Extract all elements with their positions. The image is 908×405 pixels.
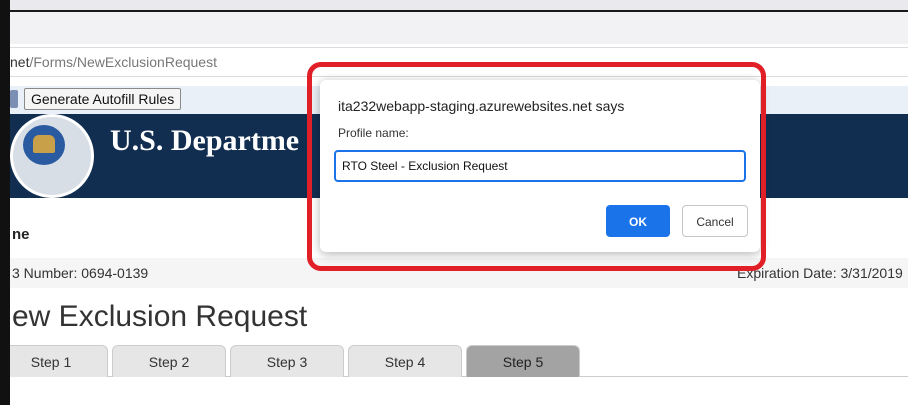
nav-home-link[interactable]: ne: [12, 226, 30, 243]
url-domain: net: [10, 54, 30, 70]
tab-step-4[interactable]: Step 4: [348, 345, 462, 377]
seal-eagle-icon: [33, 135, 55, 153]
page-title: ew Exclusion Request: [12, 300, 308, 333]
url-text[interactable]: net/Forms/NewExclusionRequest: [10, 54, 217, 70]
extension-icon[interactable]: [10, 90, 18, 108]
generate-autofill-rules-button[interactable]: Generate Autofill Rules: [24, 88, 182, 110]
department-seal-logo: [10, 114, 94, 198]
tab-step-5[interactable]: Step 5: [466, 345, 580, 377]
department-title: U.S. Departme: [110, 124, 300, 157]
tab-step-2[interactable]: Step 2: [112, 345, 226, 377]
expiration-date: Expiration Date: 3/31/2019: [737, 265, 903, 281]
browser-tab-strip: [10, 12, 908, 44]
highlight-annotation-box: [307, 62, 766, 271]
window-frame-edge: [0, 0, 10, 405]
url-path: /Forms/NewExclusionRequest: [29, 54, 217, 70]
tab-step-1[interactable]: Step 1: [0, 345, 108, 377]
tab-step-3[interactable]: Step 3: [230, 345, 344, 377]
omb-number: 3 Number: 0694-0139: [12, 265, 149, 281]
